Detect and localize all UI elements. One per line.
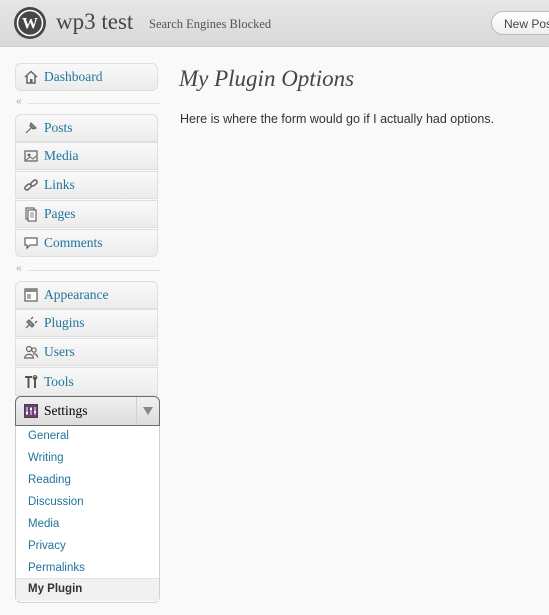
tools-icon xyxy=(22,373,40,391)
menu-label: Posts xyxy=(44,120,73,135)
menu-item-pages[interactable]: Pages xyxy=(15,200,158,228)
svg-text:W: W xyxy=(22,16,38,33)
menu-label: Tools xyxy=(44,373,74,389)
submenu-item-discussion[interactable]: Discussion xyxy=(28,496,84,508)
chevron-down-icon[interactable] xyxy=(136,397,159,425)
menu-label: Users xyxy=(44,344,75,359)
admin-header: W wp3 test Search Engines Blocked New Po… xyxy=(0,0,549,47)
collapse-icon: « xyxy=(16,96,22,107)
site-title[interactable]: wp3 test xyxy=(56,9,133,35)
menu-label: Comments xyxy=(44,235,103,250)
menu-label: Settings xyxy=(44,403,88,418)
page-description: Here is where the form would go if I act… xyxy=(180,112,495,126)
collapse-icon: « xyxy=(16,263,22,274)
menu-item-dashboard[interactable]: Dashboard xyxy=(15,63,158,91)
submenu-item-label: My Plugin xyxy=(28,583,83,595)
settings-submenu: General Writing Reading Discussion Media… xyxy=(15,426,160,603)
submenu-item-general[interactable]: General xyxy=(28,430,69,442)
menu-label: Pages xyxy=(44,206,76,221)
plugins-icon xyxy=(22,314,40,332)
menu-item-posts[interactable]: Posts xyxy=(15,114,158,142)
menu-item-appearance[interactable]: Appearance xyxy=(15,281,158,309)
menu-label: Plugins xyxy=(44,315,85,330)
menu-item-links[interactable]: Links xyxy=(15,171,158,199)
pages-icon xyxy=(22,205,40,223)
wordpress-logo-icon[interactable]: W xyxy=(14,7,46,39)
menu-separator[interactable]: « xyxy=(15,96,160,110)
menu-label: Links xyxy=(44,177,75,192)
submenu-item-media[interactable]: Media xyxy=(28,518,59,530)
submenu-item-privacy[interactable]: Privacy xyxy=(28,540,66,552)
submenu-item-writing[interactable]: Writing xyxy=(28,452,64,464)
dashboard-icon xyxy=(22,68,40,86)
menu-label: Dashboard xyxy=(44,69,103,84)
posts-icon xyxy=(22,119,40,137)
menu-item-plugins[interactable]: Plugins xyxy=(15,309,158,337)
menu-label: Media xyxy=(44,148,79,163)
menu-item-tools[interactable]: Tools xyxy=(15,367,158,396)
menu-separator[interactable]: « xyxy=(15,263,160,277)
users-icon xyxy=(22,343,40,361)
media-icon xyxy=(22,147,40,165)
submenu-item-reading[interactable]: Reading xyxy=(28,474,71,486)
submenu-item-my-plugin[interactable]: My Plugin xyxy=(16,578,159,601)
menu-label: Appearance xyxy=(44,287,109,302)
page-title: My Plugin Options xyxy=(179,66,355,91)
appearance-icon xyxy=(22,286,40,304)
settings-icon xyxy=(22,402,40,420)
menu-item-media[interactable]: Media xyxy=(15,142,158,170)
comments-icon xyxy=(22,234,40,252)
menu-item-settings[interactable]: Settings xyxy=(15,396,160,426)
site-status-label: Search Engines Blocked xyxy=(149,17,272,31)
menu-item-users[interactable]: Users xyxy=(15,338,158,366)
menu-item-comments[interactable]: Comments xyxy=(15,229,158,257)
links-icon xyxy=(22,176,40,194)
new-post-button[interactable]: New Post xyxy=(491,11,549,35)
submenu-item-permalinks[interactable]: Permalinks xyxy=(28,562,85,574)
